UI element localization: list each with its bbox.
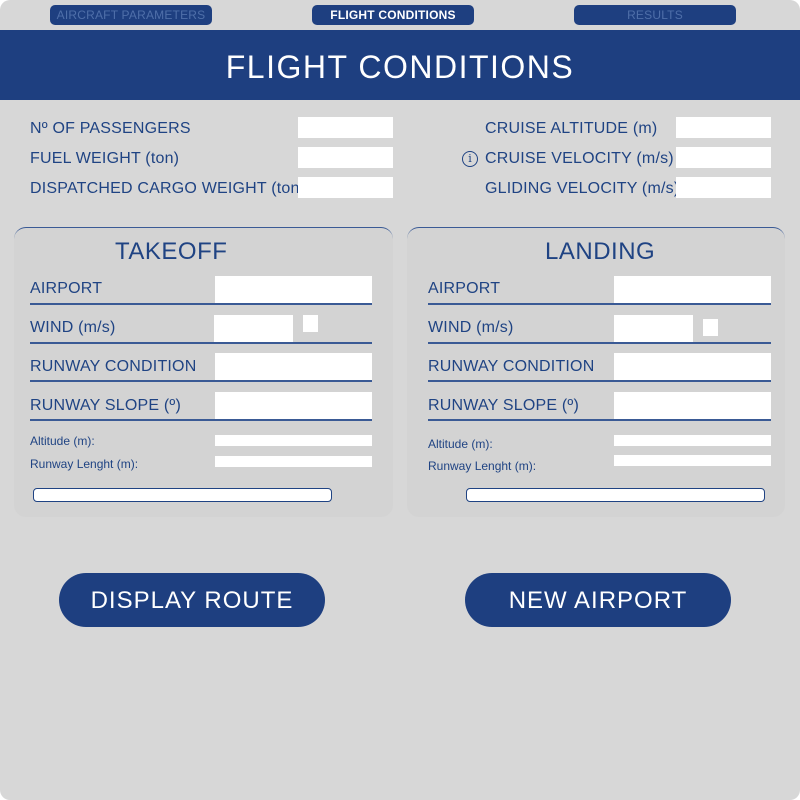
takeoff-title: TAKEOFF bbox=[115, 238, 228, 265]
passengers-label: Nº OF PASSENGERS bbox=[30, 120, 191, 137]
divider bbox=[428, 303, 771, 305]
takeoff-wind-checkbox[interactable] bbox=[303, 315, 318, 332]
divider bbox=[428, 342, 771, 344]
takeoff-progress-bar bbox=[33, 488, 332, 502]
info-icon[interactable]: i bbox=[462, 151, 478, 167]
gliding-velocity-label: GLIDING VELOCITY (m/s) bbox=[485, 180, 680, 197]
divider bbox=[30, 342, 372, 344]
cargo-weight-input[interactable] bbox=[298, 177, 393, 198]
passengers-input[interactable] bbox=[298, 117, 393, 138]
new-airport-button[interactable]: NEW AIRPORT bbox=[465, 573, 731, 627]
divider bbox=[30, 380, 372, 382]
divider bbox=[30, 419, 372, 421]
landing-altitude-value bbox=[614, 435, 771, 446]
tab-results[interactable]: RESULTS bbox=[574, 5, 736, 25]
divider bbox=[30, 303, 372, 305]
app-window: AIRCRAFT PARAMETERS FLIGHT CONDITIONS RE… bbox=[0, 0, 800, 800]
takeoff-wind-label: WIND (m/s) bbox=[30, 319, 116, 336]
tab-aircraft-parameters[interactable]: AIRCRAFT PARAMETERS bbox=[50, 5, 212, 25]
landing-airport-input[interactable] bbox=[614, 276, 771, 303]
fuel-weight-label: FUEL WEIGHT (ton) bbox=[30, 150, 180, 167]
landing-progress-bar bbox=[466, 488, 765, 502]
page-title: FLIGHT CONDITIONS bbox=[0, 30, 800, 100]
landing-wind-checkbox[interactable] bbox=[703, 319, 718, 336]
landing-wind-label: WIND (m/s) bbox=[428, 319, 514, 336]
landing-panel: LANDING AIRPORT WIND (m/s) RUNWAY CONDIT… bbox=[407, 227, 785, 517]
tab-flight-conditions[interactable]: FLIGHT CONDITIONS bbox=[312, 5, 474, 25]
fuel-weight-input[interactable] bbox=[298, 147, 393, 168]
takeoff-altitude-value bbox=[215, 435, 372, 446]
divider bbox=[428, 419, 771, 421]
cruise-altitude-label: CRUISE ALTITUDE (m) bbox=[485, 120, 658, 137]
cruise-velocity-input[interactable] bbox=[676, 147, 771, 168]
takeoff-altitude-label: Altitude (m): bbox=[30, 434, 95, 448]
takeoff-runway-slope-label: RUNWAY SLOPE (º) bbox=[30, 397, 181, 414]
takeoff-airport-input[interactable] bbox=[215, 276, 372, 303]
landing-runway-condition-label: RUNWAY CONDITION bbox=[428, 358, 595, 375]
takeoff-runway-length-label: Runway Lenght (m): bbox=[30, 457, 139, 471]
landing-runway-slope-input[interactable] bbox=[614, 392, 771, 419]
landing-airport-label: AIRPORT bbox=[428, 280, 501, 297]
display-route-button[interactable]: DISPLAY ROUTE bbox=[59, 573, 325, 627]
takeoff-runway-slope-input[interactable] bbox=[215, 392, 372, 419]
landing-wind-input[interactable] bbox=[614, 315, 693, 342]
landing-runway-condition-input[interactable] bbox=[614, 353, 771, 380]
landing-title: LANDING bbox=[545, 238, 656, 265]
takeoff-airport-label: AIRPORT bbox=[30, 280, 103, 297]
takeoff-runway-condition-input[interactable] bbox=[215, 353, 372, 380]
takeoff-wind-input[interactable] bbox=[214, 315, 293, 342]
takeoff-runway-condition-label: RUNWAY CONDITION bbox=[30, 358, 197, 375]
cargo-weight-label: DISPATCHED CARGO WEIGHT (ton) bbox=[30, 180, 306, 197]
cruise-velocity-label: CRUISE VELOCITY (m/s) bbox=[485, 150, 674, 167]
cruise-altitude-input[interactable] bbox=[676, 117, 771, 138]
divider bbox=[428, 380, 771, 382]
takeoff-panel: TAKEOFF AIRPORT WIND (m/s) RUNWAY CONDIT… bbox=[14, 227, 393, 517]
takeoff-runway-length-value bbox=[215, 456, 372, 467]
landing-altitude-label: Altitude (m): bbox=[428, 437, 493, 451]
landing-runway-length-value bbox=[614, 455, 771, 466]
landing-runway-slope-label: RUNWAY SLOPE (º) bbox=[428, 397, 579, 414]
landing-runway-length-label: Runway Lenght (m): bbox=[428, 459, 537, 473]
gliding-velocity-input[interactable] bbox=[676, 177, 771, 198]
